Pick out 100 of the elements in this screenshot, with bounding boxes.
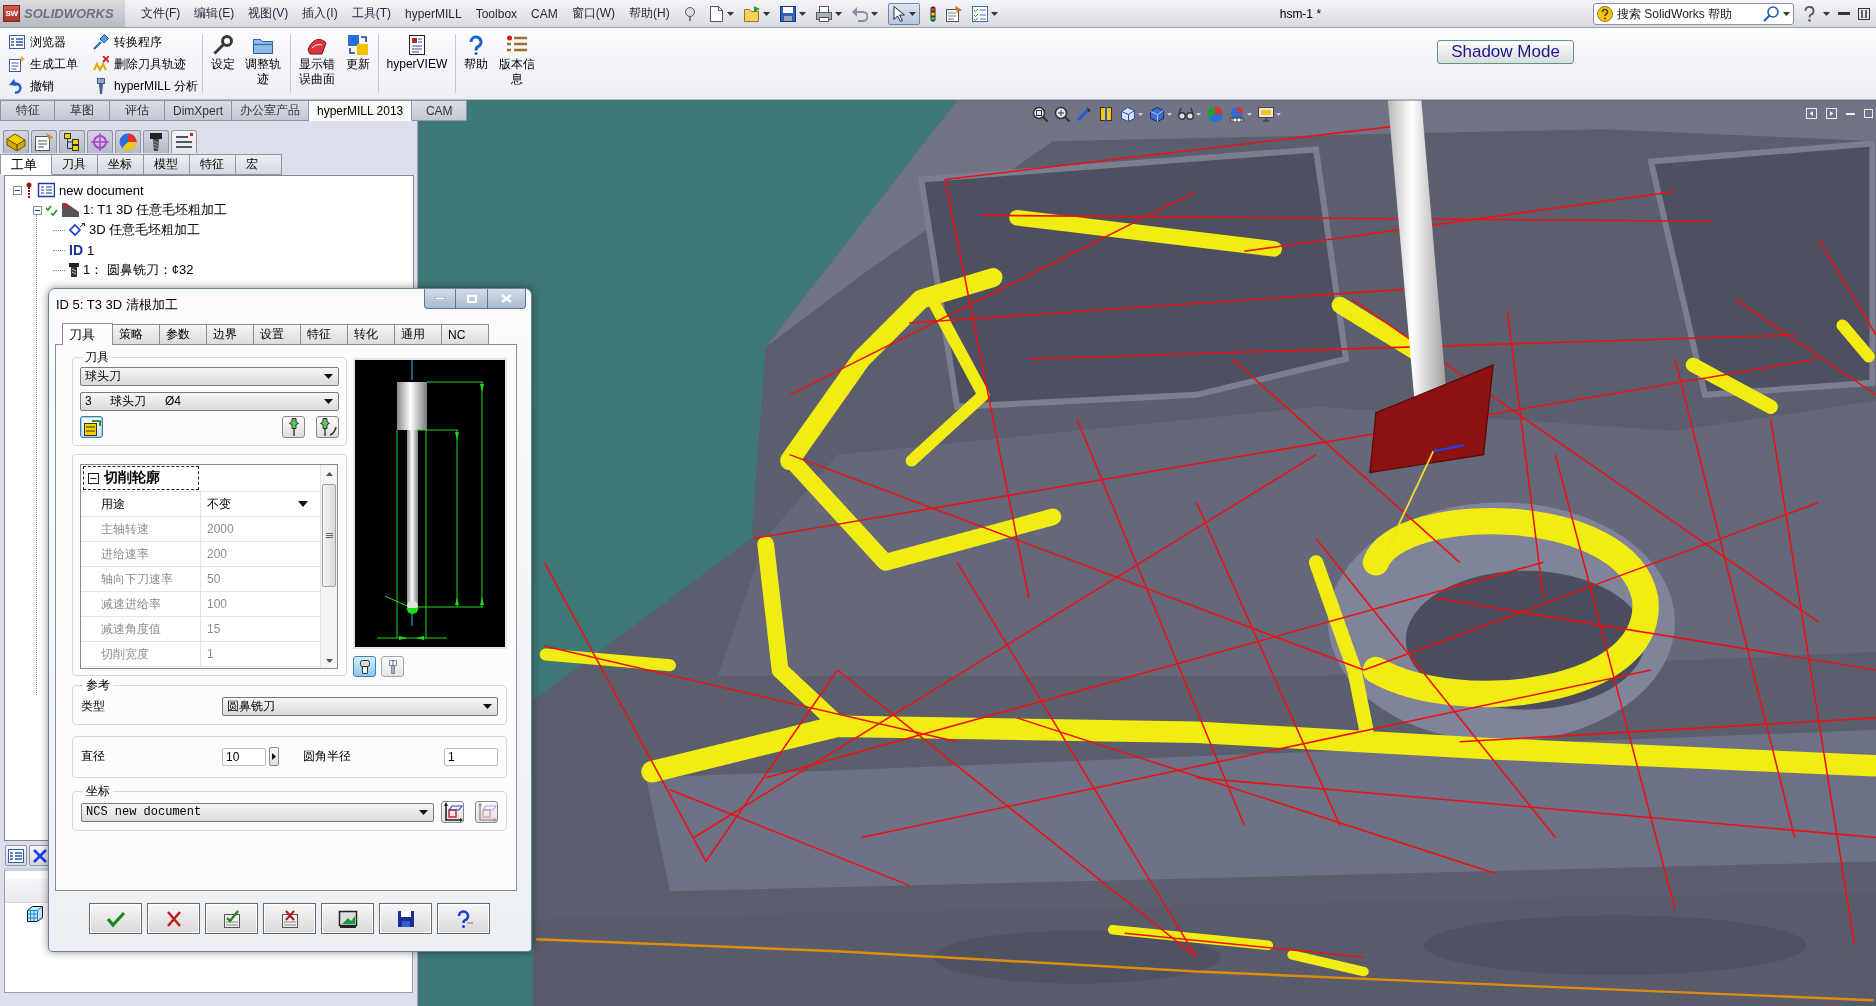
cancel-button[interactable] <box>147 903 200 934</box>
shaded-cube-icon[interactable] <box>1149 106 1165 122</box>
tab[interactable]: 刀具 <box>62 323 113 345</box>
menu-item[interactable]: 视图(V) <box>248 5 289 22</box>
new-document-icon[interactable] <box>707 5 724 22</box>
ribbon-button[interactable]: 浏览器 <box>9 32 78 52</box>
icon-tab[interactable] <box>171 130 197 153</box>
collapse-icon[interactable] <box>33 205 42 215</box>
menu-item[interactable]: CAM <box>531 6 558 21</box>
caret-icon[interactable] <box>419 809 428 815</box>
scene-icon[interactable] <box>1229 106 1245 122</box>
down-arrow-icon[interactable] <box>325 659 333 663</box>
caret-icon[interactable] <box>298 501 308 507</box>
close-button[interactable] <box>488 289 526 309</box>
open-folder-icon[interactable] <box>743 5 760 22</box>
scrollbar[interactable] <box>320 465 337 668</box>
tab[interactable]: CAM <box>412 100 468 121</box>
spin-button[interactable] <box>269 747 279 766</box>
tab[interactable]: 特征 <box>0 100 55 121</box>
menu-item[interactable]: 窗口(W) <box>571 5 616 22</box>
ribbon-button[interactable]: 调整轨迹 <box>240 28 286 99</box>
ribbon-button[interactable]: 删除刀具轨迹 <box>93 54 198 74</box>
list-view-button[interactable] <box>5 845 27 866</box>
tab[interactable]: 办公室产品 <box>232 100 309 121</box>
search-icon[interactable] <box>1763 5 1779 22</box>
ribbon-button[interactable]: 版本信息 <box>494 28 540 99</box>
tree-item[interactable]: 1 <box>87 242 95 258</box>
caret-icon[interactable] <box>483 704 492 709</box>
search-input[interactable]: 搜索 SolidWorks 帮助 <box>1617 6 1759 21</box>
tree-item[interactable]: 1: T1 3D 任意毛坯粗加工 <box>83 201 228 219</box>
caret-icon[interactable] <box>798 11 806 16</box>
property-dropdown[interactable]: 不变 <box>201 492 320 516</box>
pin-icon[interactable] <box>683 6 696 21</box>
menu-item[interactable]: 插入(I) <box>302 5 338 22</box>
minimize-icon[interactable] <box>1846 112 1855 115</box>
tab[interactable]: 策略 <box>112 324 160 344</box>
menu-item[interactable]: 文件(F) <box>141 5 181 22</box>
discard-button[interactable] <box>263 903 316 934</box>
view-toggle-button[interactable] <box>353 656 376 677</box>
collapse-icon[interactable] <box>88 472 99 484</box>
checklist-icon[interactable] <box>971 5 988 22</box>
tab[interactable]: hyperMILL 2013 <box>309 100 413 121</box>
options-icon[interactable] <box>945 5 962 22</box>
type-dropdown[interactable]: 圆鼻铣刀 <box>222 697 498 716</box>
up-arrow-icon[interactable] <box>325 472 333 476</box>
caret-icon[interactable] <box>762 11 770 16</box>
tab[interactable]: 边界 <box>206 324 254 344</box>
save-button[interactable] <box>379 903 432 934</box>
caret-icon[interactable] <box>870 11 878 16</box>
tab[interactable]: 坐标 <box>98 154 144 175</box>
caret-icon[interactable] <box>1783 11 1790 16</box>
ok-button[interactable] <box>89 903 142 934</box>
corner-radius-input[interactable]: 1 <box>444 747 498 766</box>
help-icon[interactable] <box>1804 5 1815 22</box>
tab[interactable]: 特征 <box>300 324 348 344</box>
tab[interactable]: 宏 <box>236 154 282 175</box>
tab[interactable]: 参数 <box>159 324 207 344</box>
diameter-input[interactable]: 10 <box>222 747 266 766</box>
right-arrow-box-icon[interactable] <box>1826 108 1837 119</box>
minimize-button[interactable] <box>424 289 456 309</box>
collapse-icon[interactable] <box>13 185 22 195</box>
menu-item[interactable]: 帮助(H) <box>629 5 670 22</box>
select-button[interactable] <box>887 2 920 25</box>
ribbon-button[interactable]: 帮助 <box>460 28 493 99</box>
shadow-mode-button[interactable]: Shadow Mode <box>1437 40 1574 64</box>
ribbon-button[interactable]: hyperMILL 分析 <box>93 76 198 96</box>
view-toggle-button[interactable] <box>381 656 404 677</box>
printer-icon[interactable] <box>815 5 832 22</box>
tab[interactable]: 模型 <box>144 154 190 175</box>
search-field[interactable]: 搜索 SolidWorks 帮助 <box>1593 2 1794 25</box>
coordinate-dropdown[interactable]: NCS new document <box>81 802 434 822</box>
tool-dropdown[interactable]: 3 球头刀 Ø4 <box>80 392 339 411</box>
tab[interactable]: NC <box>441 324 489 344</box>
tab[interactable]: DimXpert <box>165 100 232 121</box>
save-icon[interactable] <box>779 5 796 22</box>
caret-icon[interactable] <box>990 11 998 16</box>
zoom-to-fit-icon[interactable] <box>1032 106 1048 122</box>
menu-item[interactable]: 编辑(E) <box>194 5 235 22</box>
ribbon-button[interactable]: hyperVIEW <box>382 28 452 99</box>
ribbon-button[interactable]: 更新 <box>341 28 374 99</box>
edit-tool-button[interactable] <box>316 416 339 438</box>
ribbon-button[interactable]: 生成工单 <box>9 54 78 74</box>
ribbon-button[interactable]: 设定 <box>206 28 239 99</box>
caret-icon[interactable] <box>834 11 842 16</box>
tab[interactable]: 刀具 <box>52 154 98 175</box>
caret-icon[interactable] <box>324 399 333 404</box>
restore-icon[interactable] <box>1858 7 1870 20</box>
preview-button[interactable] <box>321 903 374 934</box>
left-arrow-box-icon[interactable] <box>1806 108 1817 119</box>
ribbon-button[interactable]: 显示错误曲面 <box>294 28 340 99</box>
monitor-icon[interactable] <box>1258 106 1274 122</box>
caret-icon[interactable] <box>324 374 333 379</box>
tool-type-dropdown[interactable]: 球头刀 <box>80 367 339 386</box>
traffic-light-icon[interactable] <box>929 5 936 22</box>
icon-tab[interactable] <box>59 130 85 153</box>
menu-item[interactable]: 工具(T) <box>351 5 391 22</box>
scroll-thumb[interactable] <box>322 484 336 587</box>
tab[interactable]: 草图 <box>55 100 110 121</box>
new-tool-button[interactable] <box>282 416 305 438</box>
coordinate-system-button[interactable] <box>441 801 464 823</box>
